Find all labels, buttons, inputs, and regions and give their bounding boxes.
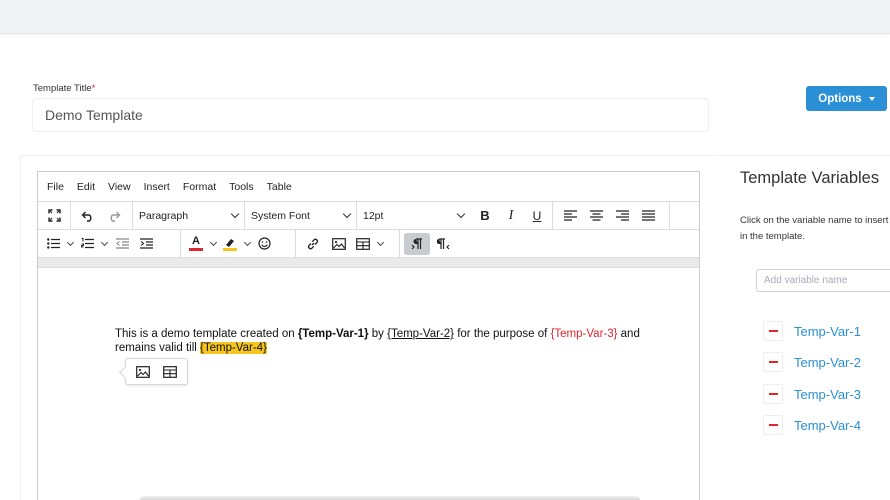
- variable-name-link[interactable]: Temp-Var-1: [794, 324, 861, 339]
- remove-variable-icon[interactable]: [763, 415, 783, 435]
- variable-item: Temp-Var-4: [763, 415, 861, 435]
- bold-icon[interactable]: B: [472, 205, 498, 227]
- template-title-input[interactable]: [32, 98, 709, 132]
- image-icon[interactable]: [130, 361, 156, 383]
- chevron-down-icon: [342, 209, 352, 219]
- caret-down-icon: [868, 96, 875, 101]
- ltr-direction-icon[interactable]: [404, 232, 430, 255]
- bottom-shadow: [140, 496, 640, 500]
- fullscreen-icon[interactable]: [41, 205, 67, 227]
- options-button[interactable]: Options: [806, 86, 887, 111]
- rich-text-editor: File Edit View Insert Format Tools Table…: [37, 171, 700, 500]
- chevron-down-icon[interactable]: [376, 238, 385, 246]
- rtl-direction-icon[interactable]: [430, 233, 456, 255]
- variable-item: Temp-Var-1: [763, 321, 861, 341]
- table-icon[interactable]: [352, 233, 374, 255]
- menu-table[interactable]: Table: [267, 181, 292, 193]
- menu-tools[interactable]: Tools: [229, 181, 254, 193]
- indent-icon[interactable]: [134, 233, 158, 255]
- undo-icon[interactable]: [75, 205, 101, 227]
- highlight-color-swatch: [223, 247, 237, 251]
- align-center-icon[interactable]: [583, 205, 609, 227]
- chevron-down-icon: [456, 209, 466, 219]
- menu-insert[interactable]: Insert: [144, 181, 170, 193]
- menu-format[interactable]: Format: [183, 181, 216, 193]
- italic-icon[interactable]: I: [498, 205, 524, 227]
- align-left-icon[interactable]: [557, 205, 583, 227]
- align-right-icon[interactable]: [609, 205, 635, 227]
- editor-toolbar-row-1: Paragraph System Font 12pt B I U: [38, 201, 699, 229]
- variable-name-link[interactable]: Temp-Var-4: [794, 418, 861, 433]
- chevron-down-icon[interactable]: [209, 238, 218, 246]
- redo-icon[interactable]: [101, 205, 127, 227]
- variable-token[interactable]: {Temp-Var-3}: [551, 328, 618, 340]
- required-mark: *: [91, 83, 96, 94]
- menu-file[interactable]: File: [47, 181, 64, 193]
- variable-token[interactable]: {Temp-Var-1}: [298, 328, 369, 340]
- font-size-dropdown[interactable]: 12pt: [357, 202, 470, 229]
- top-bar: [0, 0, 890, 34]
- add-variable-input[interactable]: [756, 269, 890, 292]
- editor-status-strip: [38, 257, 699, 268]
- editor-content[interactable]: This is a demo template created on {Temp…: [115, 327, 655, 355]
- remove-variable-icon[interactable]: [763, 321, 783, 341]
- variable-token[interactable]: {Temp-Var-4}: [200, 342, 267, 354]
- menu-view[interactable]: View: [108, 181, 131, 193]
- image-icon[interactable]: [326, 233, 352, 255]
- remove-variable-icon[interactable]: [763, 352, 783, 372]
- text-color-icon[interactable]: A: [185, 233, 207, 255]
- underline-icon[interactable]: U: [524, 205, 550, 227]
- chevron-down-icon[interactable]: [66, 238, 75, 246]
- variables-panel-title: Template Variables: [740, 169, 880, 187]
- editor-toolbar-row-2: A: [38, 229, 699, 257]
- variable-item: Temp-Var-3: [763, 384, 861, 404]
- variable-name-link[interactable]: Temp-Var-3: [794, 387, 861, 402]
- variable-item: Temp-Var-2: [763, 352, 861, 372]
- menu-edit[interactable]: Edit: [77, 181, 95, 193]
- align-justify-icon[interactable]: [635, 205, 661, 227]
- font-family-dropdown[interactable]: System Font: [245, 202, 357, 229]
- link-icon[interactable]: [300, 233, 326, 255]
- chevron-down-icon[interactable]: [100, 238, 109, 246]
- emoji-icon[interactable]: [253, 233, 275, 255]
- block-format-dropdown[interactable]: Paragraph: [133, 202, 245, 229]
- bullet-list-icon[interactable]: [42, 233, 64, 255]
- highlight-color-icon[interactable]: [219, 233, 241, 255]
- variable-name-link[interactable]: Temp-Var-2: [794, 355, 861, 370]
- table-icon[interactable]: [157, 361, 183, 383]
- variables-panel-description: Click on the variable name to insert it …: [740, 215, 890, 242]
- numbered-list-icon[interactable]: [76, 233, 98, 255]
- template-title-label: Template Title*: [33, 83, 96, 94]
- editor-menubar: File Edit View Insert Format Tools Table: [38, 172, 699, 201]
- variable-token[interactable]: {Temp-Var-2}: [387, 328, 454, 340]
- chevron-down-icon[interactable]: [243, 238, 252, 246]
- quick-insert-toolbar: [125, 358, 188, 385]
- outdent-icon[interactable]: [110, 233, 134, 255]
- chevron-down-icon: [230, 209, 240, 219]
- remove-variable-icon[interactable]: [763, 384, 783, 404]
- text-color-swatch: [189, 248, 203, 251]
